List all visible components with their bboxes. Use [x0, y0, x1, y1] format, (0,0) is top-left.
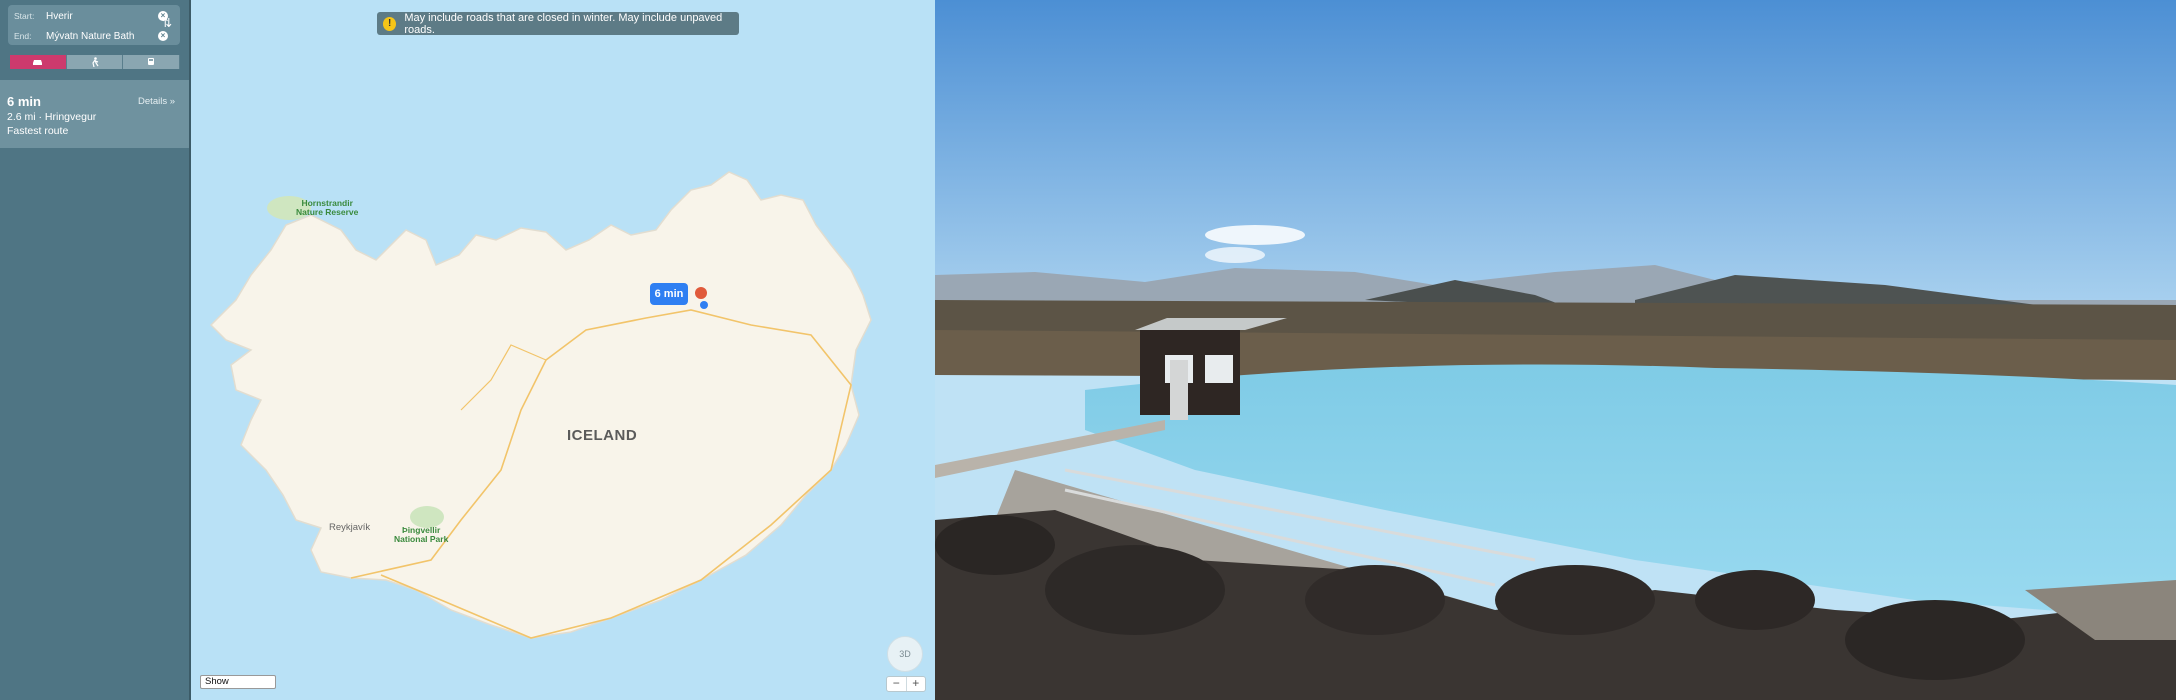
directions-form: Start: Hverir × End: Mývatn Nature Bath ×: [8, 5, 180, 45]
mode-walking-button[interactable]: [66, 55, 124, 69]
swap-directions-icon[interactable]: ⇅: [162, 16, 172, 30]
route-distance: 2.6 mi · Hringvegur: [7, 111, 97, 123]
route-time: 6 min: [7, 94, 41, 109]
zoom-out-button[interactable]: −: [887, 677, 907, 691]
end-value[interactable]: Mývatn Nature Bath: [46, 31, 134, 42]
park-label-hornstrandir[interactable]: Hornstrandir Nature Reserve: [296, 199, 358, 217]
route-summary: 2.6 mi · Hringvegur Fastest route: [7, 110, 96, 138]
iceland-map: [209, 171, 872, 639]
start-value[interactable]: Hverir: [46, 11, 73, 22]
mode-driving-button[interactable]: [10, 55, 67, 69]
mode-transit-button[interactable]: [123, 55, 181, 69]
city-label-reykjavik[interactable]: Reykjavík: [329, 522, 370, 533]
car-icon: [33, 60, 43, 65]
route-option[interactable]: 6 min Details » 2.6 mi · Hringvegur Fast…: [0, 80, 189, 148]
photo-image: [935, 0, 2176, 700]
compass-3d-button[interactable]: 3D: [887, 636, 923, 672]
start-label: Start:: [14, 11, 35, 21]
transport-modes: [10, 55, 181, 69]
clear-end-icon[interactable]: ×: [158, 31, 168, 41]
warning-icon: !: [383, 16, 397, 31]
route-time-bubble[interactable]: 6 min: [650, 283, 688, 305]
end-field[interactable]: End: Mývatn Nature Bath ×: [14, 27, 174, 45]
directions-sidebar: Start: Hverir × End: Mývatn Nature Bath × …: [0, 0, 191, 700]
zoom-in-button[interactable]: +: [907, 677, 926, 691]
start-field[interactable]: Start: Hverir ×: [14, 7, 174, 25]
route-description: Fastest route: [7, 125, 69, 137]
zoom-controls: − +: [886, 676, 926, 692]
end-label: End:: [14, 31, 32, 41]
map-view[interactable]: ! May include roads that are closed in w…: [191, 0, 935, 700]
warning-text: May include roads that are closed in win…: [404, 11, 723, 36]
park-label-thingvellir[interactable]: Þingvellir National Park: [394, 526, 448, 544]
route-warning-banner: ! May include roads that are closed in w…: [377, 11, 739, 36]
country-label: ICELAND: [567, 427, 638, 444]
route-details-link[interactable]: Details »: [138, 96, 175, 107]
location-photo: [935, 0, 2176, 700]
walk-icon: [91, 57, 98, 67]
transit-icon: [148, 58, 155, 65]
show-select[interactable]: Show: [200, 675, 276, 689]
